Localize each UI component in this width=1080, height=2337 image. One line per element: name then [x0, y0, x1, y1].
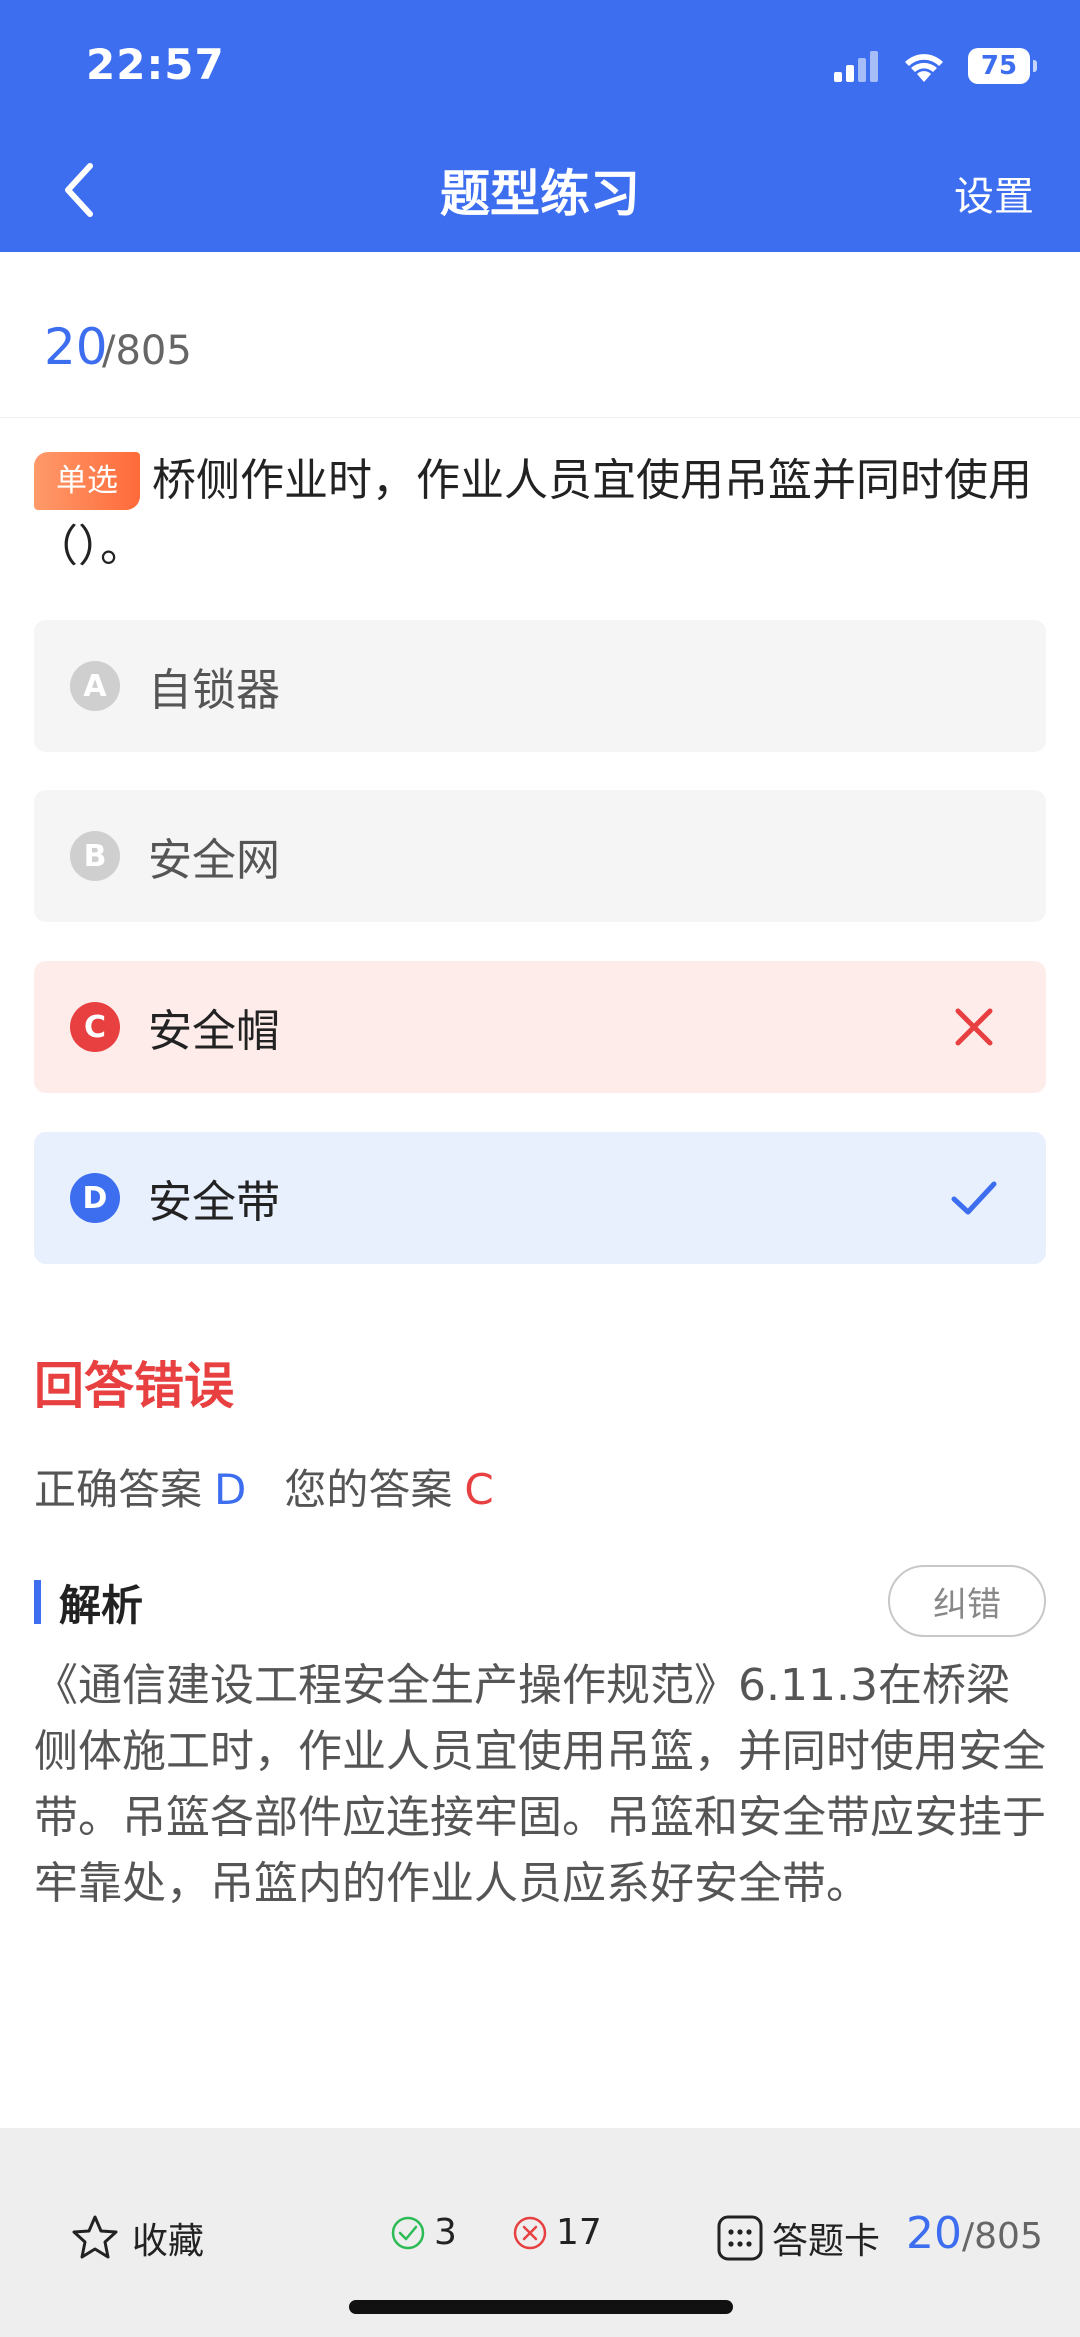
option-c[interactable]: C 安全帽 [34, 961, 1046, 1093]
answer-card-label: 答题卡 [772, 2221, 881, 2262]
option-letter: B [70, 831, 120, 881]
question-stem: 单选 桥侧作业时，作业人员宜使用吊篮并同时使用（）。 [34, 448, 1044, 580]
section-accent-bar [34, 1580, 41, 1624]
option-text: 安全带 [148, 1177, 280, 1228]
x-circle-icon [513, 2216, 547, 2249]
option-text: 自锁器 [148, 665, 280, 716]
your-answer-label: 您的答案 [284, 1465, 453, 1514]
question-progress: 20 /805 [0, 252, 1080, 418]
settings-button[interactable]: 设置 [954, 164, 1034, 222]
your-answer-value: C [464, 1465, 494, 1514]
wifi-icon [905, 54, 943, 82]
check-circle-icon [391, 2216, 425, 2249]
correct-count: 3 [390, 2212, 457, 2253]
option-text: 安全帽 [148, 1006, 280, 1057]
status-icons: 75 [834, 48, 1037, 84]
bottom-progress-total: /805 [962, 2216, 1043, 2257]
analysis-label: 解析 [59, 1580, 144, 1630]
grid-icon [717, 2215, 763, 2261]
correct-check-icon [951, 1181, 997, 1215]
correct-answer-label: 正确答案 [34, 1465, 203, 1514]
option-b[interactable]: B 安全网 [34, 790, 1046, 922]
answer-card-button[interactable]: 答题卡 [716, 2212, 880, 2264]
option-a[interactable]: A 自锁器 [34, 620, 1046, 752]
option-letter: A [70, 661, 120, 711]
page-title: 题型练习 [440, 165, 640, 223]
result-title: 回答错误 [34, 1357, 234, 1415]
correct-count-value: 3 [434, 2212, 457, 2253]
home-indicator [349, 2300, 733, 2314]
option-letter: C [70, 1002, 120, 1052]
favorite-label: 收藏 [132, 2221, 205, 2262]
option-letter: D [70, 1173, 120, 1223]
analysis-header: 解析 [34, 1574, 143, 1630]
wrong-count-value: 17 [556, 2212, 602, 2253]
option-text: 安全网 [148, 835, 280, 886]
status-time: 22:57 [86, 40, 225, 89]
progress-current: 20 [44, 318, 108, 376]
favorite-button[interactable]: 收藏 [70, 2212, 204, 2264]
correct-answer-value: D [214, 1465, 247, 1514]
wrong-mark-icon [955, 1008, 993, 1046]
cellular-signal-icon [834, 51, 878, 82]
header-bar: 22:57 75 题型练习 设置 [0, 0, 1080, 252]
option-d[interactable]: D 安全带 [34, 1132, 1046, 1264]
progress-total: /805 [102, 328, 192, 374]
answer-summary: 正确答案 D 您的答案 C [34, 1456, 494, 1517]
star-icon [72, 2215, 118, 2259]
question-type-tag: 单选 [34, 452, 140, 510]
question-text: 桥侧作业时，作业人员宜使用吊篮并同时使用（）。 [34, 455, 1032, 572]
battery-indicator: 75 [968, 48, 1037, 84]
bottom-progress-current: 20 [906, 2208, 962, 2259]
report-error-button[interactable]: 纠错 [888, 1565, 1046, 1637]
bottom-progress: 20/805 [906, 2208, 1043, 2259]
analysis-text: 《通信建设工程安全生产操作规范》6.11.3在桥梁侧体施工时，作业人员宜使用吊篮… [34, 1660, 1046, 1909]
wrong-count: 17 [512, 2212, 602, 2253]
